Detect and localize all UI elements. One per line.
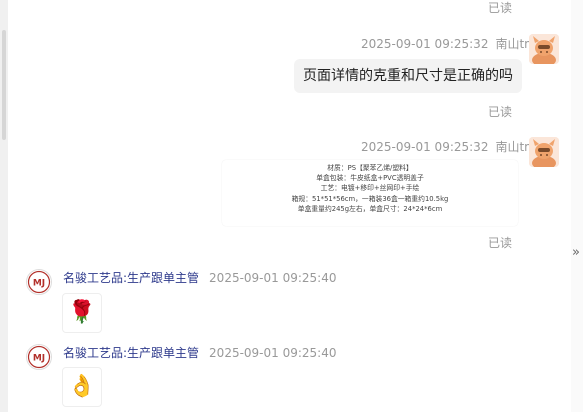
spec-line: 单盒重量约245g左右，单盒尺寸：24*24*6cm: [297, 204, 443, 213]
mj-logo-icon: MJ: [27, 270, 51, 294]
cat-avatar-icon: [529, 34, 559, 64]
read-receipt: 已读: [488, 1, 513, 15]
sender-name: 名骏工艺品:生产跟单主管: [63, 271, 200, 285]
spec-line: 单盒包装：牛皮纸盒+PVC透明盖子: [316, 174, 424, 183]
spec-line: 箱规：51*51*56cm，一箱装36盒一箱重约10.5kg: [291, 194, 449, 203]
mj-logo-text: MJ: [33, 279, 45, 289]
left-scroll-gutter: [0, 0, 8, 412]
message-timestamp: 2025-09-01 09:25:32: [361, 37, 489, 51]
mj-avatar[interactable]: MJ: [26, 269, 52, 295]
mj-logo-text: MJ: [33, 354, 45, 364]
side-panel-edge: [571, 0, 583, 412]
mj-avatar[interactable]: MJ: [26, 344, 52, 370]
message-bubble[interactable]: 页面详情的克重和尺寸是正确的吗: [294, 59, 522, 93]
cat-avatar-icon: [529, 137, 559, 167]
message-meta: 2025-09-01 09:25:32 南山tm: [361, 35, 536, 52]
rose-icon: 🌹: [68, 300, 96, 325]
emoji-message[interactable]: 🌹: [62, 293, 102, 333]
read-receipt: 已读: [488, 236, 513, 250]
cat-avatar[interactable]: [529, 34, 559, 64]
message-timestamp: 2025-09-01 09:25:32: [361, 140, 489, 154]
message-meta: 2025-09-01 09:25:32 南山tm: [361, 138, 536, 155]
spec-line: 材质：PS【聚苯乙烯/塑料】: [327, 164, 413, 172]
spec-line: 工艺：电镀+移印+丝网印+手绘: [320, 184, 420, 193]
ok-hand-icon: 👌: [68, 374, 96, 399]
expand-panel-icon[interactable]: »: [572, 243, 583, 263]
mj-logo-icon: MJ: [27, 345, 51, 369]
cat-avatar[interactable]: [529, 137, 559, 167]
sender-line: 名骏工艺品:生产跟单主管 2025-09-01 09:25:40: [63, 269, 337, 286]
read-receipt: 已读: [488, 105, 513, 119]
emoji-message[interactable]: 👌: [62, 367, 102, 407]
left-scroll-thumb[interactable]: [2, 30, 6, 140]
spec-image-message[interactable]: 材质：PS【聚苯乙烯/塑料】 单盒包装：牛皮纸盒+PVC透明盖子 工艺：电镀+移…: [222, 160, 518, 226]
sender-line: 名骏工艺品:生产跟单主管 2025-09-01 09:25:40: [63, 344, 337, 361]
message-timestamp: 2025-09-01 09:25:40: [209, 346, 337, 360]
sender-name: 名骏工艺品:生产跟单主管: [63, 346, 200, 360]
message-timestamp: 2025-09-01 09:25:40: [209, 271, 337, 285]
